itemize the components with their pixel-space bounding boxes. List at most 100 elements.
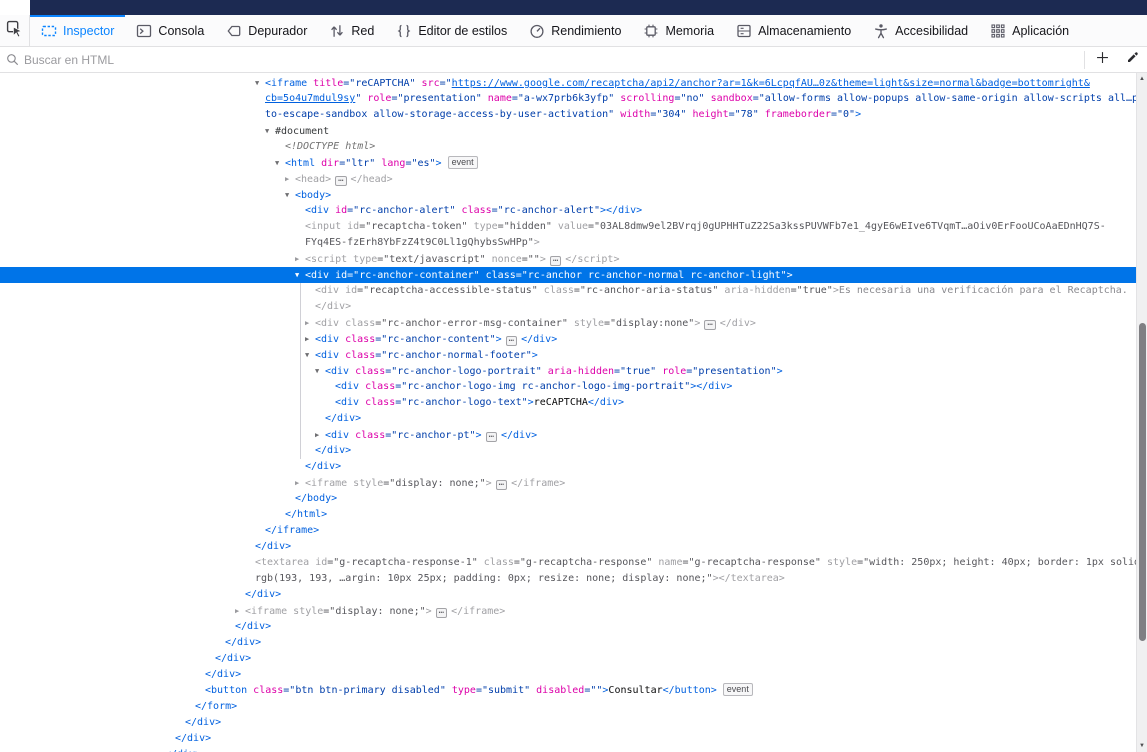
markup-row[interactable]: ▼<iframe title="reCAPTCHA" src="https://… <box>0 75 1136 91</box>
search-input[interactable] <box>24 53 1082 67</box>
markup-row[interactable]: <div id="recaptcha-accessible-status" cl… <box>0 283 1136 299</box>
inline-expand-badge[interactable]: … <box>550 256 561 266</box>
collapse-arrow-icon[interactable]: ▼ <box>315 363 325 379</box>
markup-row[interactable]: FYq4ES-fzErh8YbFzZ4t9C0Ll1gQhybsSwHPp"> <box>0 235 1136 251</box>
markup-row-selected[interactable]: ▼<div id="rc-anchor-container" class="rc… <box>0 267 1136 283</box>
tab-depurador[interactable]: Depurador <box>215 15 318 46</box>
collapse-arrow-icon[interactable]: ▼ <box>295 267 305 283</box>
markup-row[interactable]: ▼<div class="rc-anchor-logo-portrait" ar… <box>0 363 1136 379</box>
markup-row[interactable]: </div> <box>0 667 1136 683</box>
code-token: ="rc-anchor-aria-status" <box>574 285 719 296</box>
expand-arrow-icon[interactable]: ▶ <box>285 171 295 187</box>
markup-row[interactable]: to-escape-sandbox allow-storage-access-b… <box>0 107 1136 123</box>
network-icon <box>329 23 345 39</box>
code-token: ="presentation" <box>391 93 481 104</box>
markup-row[interactable]: </div> <box>0 715 1136 731</box>
inline-expand-badge[interactable]: … <box>335 176 346 186</box>
expand-arrow-icon[interactable]: ▶ <box>305 315 315 331</box>
markup-row[interactable]: </div> <box>0 411 1136 427</box>
markup-row[interactable]: ▼<html dir="ltr" lang="es">event <box>0 155 1136 171</box>
markup-row[interactable]: <button class="btn btn-primary disabled"… <box>0 683 1136 699</box>
event-badge[interactable]: event <box>448 156 478 169</box>
tab-accesibilidad[interactable]: Accesibilidad <box>862 15 979 46</box>
inline-expand-badge[interactable]: … <box>704 320 715 330</box>
scrollbar-up-arrow-icon[interactable]: ▲ <box>1137 73 1147 85</box>
markup-row[interactable]: </div> <box>0 587 1136 603</box>
tab-rendimiento[interactable]: Rendimiento <box>518 15 632 46</box>
markup-row[interactable]: </div> <box>0 619 1136 635</box>
markup-row[interactable]: </div> <box>0 459 1136 475</box>
markup-row[interactable]: ▶<head>…</head> <box>0 171 1136 187</box>
markup-row[interactable]: ▶<script type="text/javascript" nonce=""… <box>0 251 1136 267</box>
tab-inspector[interactable]: Inspector <box>30 15 125 46</box>
code-token: </div> <box>305 461 341 472</box>
markup-row[interactable]: <input id="recaptcha-token" type="hidden… <box>0 219 1136 235</box>
code-token: ="rc-anchor-pt" <box>385 430 475 441</box>
markup-row[interactable]: </div> <box>0 443 1136 459</box>
expand-arrow-icon[interactable]: ▶ <box>295 475 305 491</box>
markup-row[interactable]: cb=5o4u7mdul9sy" role="presentation" nam… <box>0 91 1136 107</box>
markup-row[interactable]: </html> <box>0 507 1136 523</box>
markup-row[interactable]: ▶<div class="rc-anchor-pt">…</div> <box>0 427 1136 443</box>
add-node-button[interactable] <box>1087 47 1117 72</box>
vertical-scrollbar[interactable]: ▲ ▼ <box>1136 73 1147 752</box>
inline-expand-badge[interactable]: … <box>506 336 517 346</box>
markup-row[interactable]: </iframe> <box>0 523 1136 539</box>
scrollbar-thumb[interactable] <box>1139 323 1146 641</box>
code-token: </div> <box>225 637 261 648</box>
collapse-arrow-icon[interactable]: ▼ <box>265 123 275 139</box>
devtools-tabs: InspectorConsolaDepuradorRedEditor de es… <box>30 15 1080 46</box>
markup-row[interactable]: ▼<body> <box>0 187 1136 203</box>
tab-memoria[interactable]: Memoria <box>632 15 725 46</box>
markup-row[interactable]: </div> <box>0 299 1136 315</box>
markup-row[interactable]: ▶<iframe style="display: none;">…</ifram… <box>0 603 1136 619</box>
markup-row[interactable]: </div> <box>0 747 1136 752</box>
scrollbar-down-arrow-icon[interactable]: ▼ <box>1137 740 1147 752</box>
collapse-arrow-icon[interactable]: ▼ <box>275 155 285 171</box>
markup-row[interactable]: ▼#document <box>0 123 1136 139</box>
markup-row[interactable]: <textarea id="g-recaptcha-response-1" cl… <box>0 555 1136 571</box>
markup-view[interactable]: ▼<iframe title="reCAPTCHA" src="https://… <box>0 73 1136 752</box>
devtools-toolbar: InspectorConsolaDepuradorRedEditor de es… <box>0 15 1147 47</box>
tab-consola[interactable]: Consola <box>125 15 215 46</box>
markup-row[interactable]: <div class="rc-anchor-logo-img rc-anchor… <box>0 379 1136 395</box>
markup-row[interactable]: <div class="rc-anchor-logo-text">reCAPTC… <box>0 395 1136 411</box>
markup-row[interactable]: <div id="rc-anchor-alert" class="rc-anch… <box>0 203 1136 219</box>
collapse-arrow-icon[interactable]: ▼ <box>305 347 315 363</box>
performance-icon <box>529 23 545 39</box>
inline-expand-badge[interactable]: … <box>486 432 497 442</box>
markup-row[interactable]: </form> <box>0 699 1136 715</box>
code-token: scrolling <box>614 93 674 104</box>
markup-row[interactable]: </body> <box>0 491 1136 507</box>
code-token: ="reCAPTCHA" <box>343 78 415 89</box>
expand-arrow-icon[interactable]: ▶ <box>235 603 245 619</box>
inline-expand-badge[interactable]: … <box>436 608 447 618</box>
code-token: </head> <box>351 174 393 185</box>
code-token: ="allow-forms allow-popups allow-same-or… <box>753 93 1136 104</box>
expand-arrow-icon[interactable]: ▶ <box>305 331 315 347</box>
markup-row[interactable]: ▶<iframe style="display: none;">…</ifram… <box>0 475 1136 491</box>
markup-row[interactable]: </div> <box>0 539 1136 555</box>
code-token: </div> <box>215 653 251 664</box>
markup-row[interactable]: <!DOCTYPE html> <box>0 139 1136 155</box>
tab-almacenamiento[interactable]: Almacenamiento <box>725 15 862 46</box>
markup-row[interactable]: ▶<div class="rc-anchor-error-msg-contain… <box>0 315 1136 331</box>
collapse-arrow-icon[interactable]: ▼ <box>285 187 295 203</box>
markup-row[interactable]: </div> <box>0 651 1136 667</box>
tab-aplicación[interactable]: Aplicación <box>979 15 1080 46</box>
pick-element-button[interactable] <box>0 15 30 46</box>
markup-row[interactable]: ▶<div class="rc-anchor-content">…</div> <box>0 331 1136 347</box>
markup-row[interactable]: </div> <box>0 635 1136 651</box>
expand-arrow-icon[interactable]: ▶ <box>295 251 305 267</box>
markup-row[interactable]: </div> <box>0 731 1136 747</box>
markup-row[interactable]: ▼<div class="rc-anchor-normal-footer"> <box>0 347 1136 363</box>
markup-row[interactable]: rgb(193, 193, …argin: 10px 25px; padding… <box>0 571 1136 587</box>
event-badge[interactable]: event <box>723 683 753 696</box>
tab-red[interactable]: Red <box>318 15 385 46</box>
inline-expand-badge[interactable]: … <box>496 480 507 490</box>
eyedropper-button[interactable] <box>1117 47 1147 72</box>
collapse-arrow-icon[interactable]: ▼ <box>255 75 265 91</box>
code-token: </div> <box>315 301 351 312</box>
expand-arrow-icon[interactable]: ▶ <box>315 427 325 443</box>
tab-editor-de-estilos[interactable]: Editor de estilos <box>385 15 518 46</box>
